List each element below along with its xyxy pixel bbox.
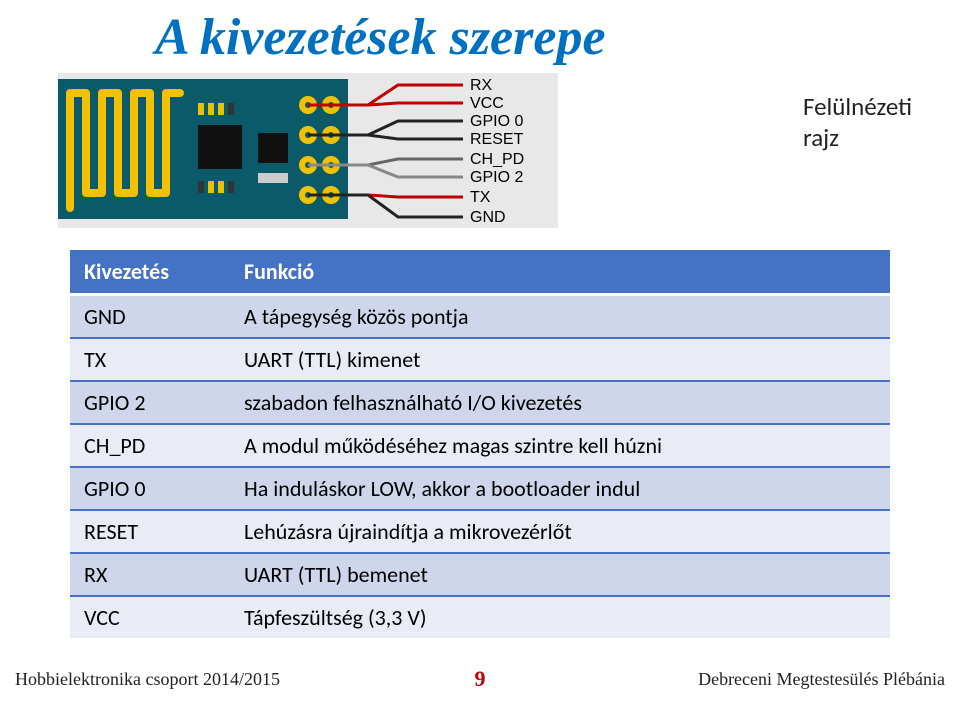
table-row: VCCTápfeszültség (3,3 V) [70, 596, 890, 638]
slide-footer: Hobbielektronika csoport 2014/2015 9 Deb… [0, 666, 960, 692]
slide-title: A kivezetések szerepe [40, 8, 920, 67]
table-cell-pin: GND [70, 295, 230, 339]
table-cell-pin: CH_PD [70, 424, 230, 467]
table-row: GPIO 2szabadon felhasználható I/O kiveze… [70, 381, 890, 424]
table-cell-pin: TX [70, 338, 230, 381]
table-header-pin: Kivezetés [70, 250, 230, 295]
table-row: RESETLehúzásra újraindítja a mikrovezérl… [70, 510, 890, 553]
pinout-table: Kivezetés Funkció GNDA tápegység közös p… [70, 250, 890, 638]
pin-label: GPIO 0 [470, 113, 523, 130]
table-cell-pin: RESET [70, 510, 230, 553]
table-cell-function: A modul működéséhez magas szintre kell h… [230, 424, 890, 467]
table-row: GNDA tápegység közös pontja [70, 295, 890, 339]
footer-right: Debreceni Megtestesülés Plébánia [496, 669, 946, 690]
table-row: GPIO 0Ha induláskor LOW, akkor a bootloa… [70, 467, 890, 510]
pin-label: VCC [470, 95, 504, 112]
table-cell-function: A tápegység közös pontja [230, 295, 890, 339]
footer-page-number: 9 [465, 666, 496, 692]
table-cell-function: szabadon felhasználható I/O kivezetés [230, 381, 890, 424]
diagram-caption: Felülnézeti rajz [803, 91, 920, 153]
pin-label: RX [470, 77, 493, 94]
pin-label: RESET [470, 131, 524, 148]
pin-label: GPIO 2 [470, 169, 523, 186]
table-cell-function: UART (TTL) bemenet [230, 553, 890, 596]
table-row: RXUART (TTL) bemenet [70, 553, 890, 596]
table-cell-function: Ha induláskor LOW, akkor a bootloader in… [230, 467, 890, 510]
table-cell-function: Lehúzásra újraindítja a mikrovezérlőt [230, 510, 890, 553]
pin-label: CH_PD [470, 151, 524, 168]
footer-left: Hobbielektronika csoport 2014/2015 [15, 669, 465, 690]
pcb-pinout-diagram: RXVCCGPIO 0RESET CH_PDGPIO 2 TX GND [58, 73, 558, 228]
pin-label: GND [470, 209, 506, 226]
table-cell-pin: RX [70, 553, 230, 596]
table-cell-pin: VCC [70, 596, 230, 638]
table-row: CH_PDA modul működéséhez magas szintre k… [70, 424, 890, 467]
table-cell-pin: GPIO 2 [70, 381, 230, 424]
table-row: TXUART (TTL) kimenet [70, 338, 890, 381]
table-cell-function: Tápfeszültség (3,3 V) [230, 596, 890, 638]
table-cell-function: UART (TTL) kimenet [230, 338, 890, 381]
table-header-function: Funkció [230, 250, 890, 295]
table-cell-pin: GPIO 0 [70, 467, 230, 510]
pin-label: TX [470, 189, 491, 206]
